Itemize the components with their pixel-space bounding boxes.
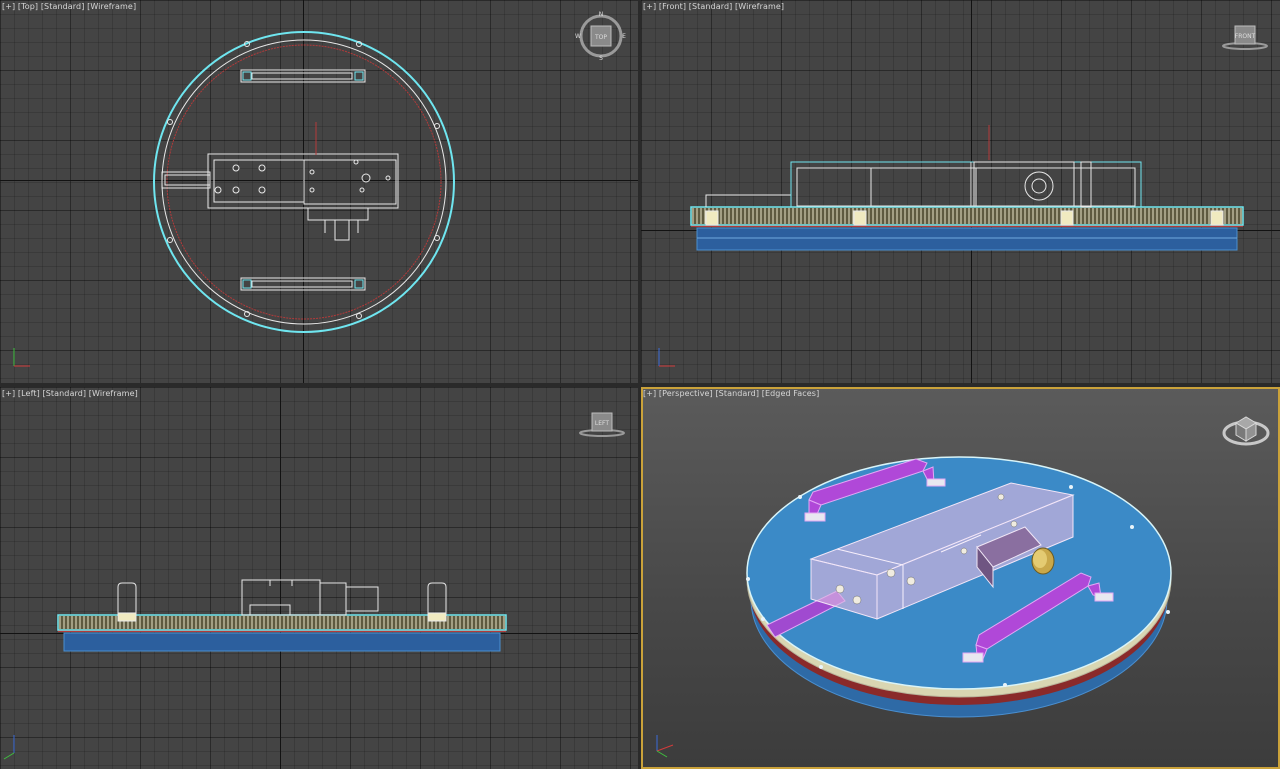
viewcube-face-label: LEFT xyxy=(595,420,609,427)
compass-n: N xyxy=(599,11,604,18)
viewport-perspective[interactable]: [+] [Perspective] [Standard] [Edged Face… xyxy=(641,387,1280,769)
axis-tripod-icon xyxy=(658,348,675,367)
viewcube-face-label: FRONT xyxy=(1235,33,1256,40)
viewport-front[interactable]: [+] [Front] [Standard] [Wireframe] FRONT xyxy=(641,0,1280,383)
axis-tripod-icon xyxy=(13,348,30,367)
axis-tripod-icon xyxy=(3,735,15,760)
left-wireframe-model[interactable] xyxy=(0,387,638,769)
front-wireframe-model[interactable] xyxy=(641,0,1280,383)
viewcube-icon[interactable]: TOP N S E W xyxy=(574,10,630,62)
viewcube-icon[interactable] xyxy=(1219,407,1273,451)
top-wireframe-model[interactable] xyxy=(0,0,638,383)
viewcube-face-label: TOP xyxy=(594,34,607,41)
viewport-left[interactable]: [+] [Left] [Standard] [Wireframe] LEFT xyxy=(0,387,638,769)
compass-e: E xyxy=(622,33,626,40)
axis-tripod-icon xyxy=(656,735,674,758)
perspective-shaded-model[interactable] xyxy=(641,387,1280,769)
compass-s: S xyxy=(599,55,603,62)
compass-w: W xyxy=(575,33,581,40)
viewcube-icon[interactable]: FRONT xyxy=(1219,22,1269,52)
viewport-top[interactable]: [+] [Top] [Standard] [Wireframe] TOP N S… xyxy=(0,0,638,383)
viewcube-icon[interactable]: LEFT xyxy=(576,409,628,439)
